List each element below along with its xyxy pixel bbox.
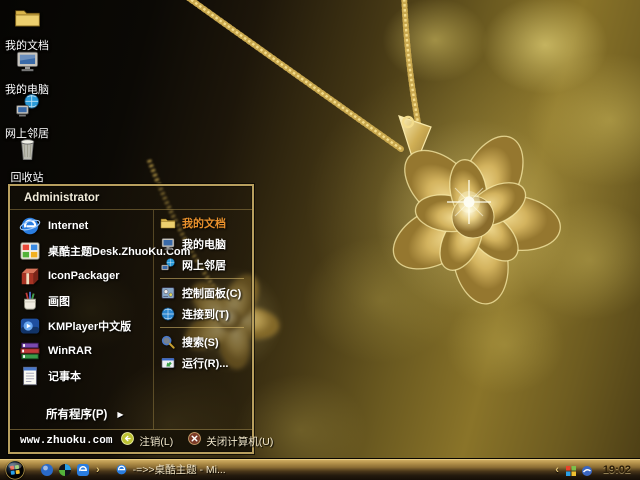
taskbar-clock[interactable]: 19:02 (597, 464, 635, 476)
start-menu-item-notepad[interactable]: 记事本 (10, 363, 153, 388)
log-off-icon (120, 431, 135, 451)
start-menu-item-search[interactable]: 搜索(S) (154, 331, 252, 352)
taskbar: › -=>>桌酷主题 - Mi... ‹ 19:02 (0, 458, 640, 480)
start-menu-item-my-documents[interactable]: 我的文档 (154, 212, 252, 233)
system-tray: ‹ 19:02 (553, 464, 635, 476)
desktop-icon-my-computer[interactable]: 我的电脑 (0, 48, 54, 92)
task-button-label: -=>>桌酷主题 - Mi... (133, 462, 226, 477)
start-menu-item-zhuoku-theme[interactable]: 桌酷主题Desk.ZhuoKu.Com (10, 238, 153, 263)
tray-input-method-icon[interactable] (565, 464, 577, 476)
network-places-icon (160, 257, 176, 273)
start-menu-item-winrar[interactable]: WinRAR (10, 338, 153, 363)
quick-launch-bar: › (40, 463, 102, 477)
iconpackager-icon (19, 265, 41, 287)
control-panel-icon (160, 285, 176, 301)
desktop-icon-my-documents[interactable]: 我的文档 (0, 4, 54, 48)
log-off-button[interactable]: 注销(L) (120, 431, 173, 451)
internet-explorer-icon (115, 463, 128, 476)
start-menu-pinned-list: Internet 桌酷主题Desk.ZhuoKu.Com IconPackage… (10, 210, 153, 429)
my-documents-icon (160, 215, 176, 231)
start-button[interactable] (5, 460, 25, 480)
paint-icon (19, 290, 41, 312)
start-menu-item-control-panel[interactable]: 控制面板(C) (154, 282, 252, 303)
quick-launch-messenger-icon[interactable] (40, 463, 54, 477)
start-menu-item-connect-to[interactable]: 连接到(T) (154, 303, 252, 324)
tray-collapse-icon[interactable]: ‹ (553, 464, 561, 476)
windows-orb-icon (5, 460, 25, 480)
start-menu-footer: www.zhuoku.com 注销(L) 关闭计算机(U) (10, 429, 252, 452)
zhuoku-site-label: www.zhuoku.com (20, 435, 112, 447)
start-menu-item-internet[interactable]: Internet (10, 213, 153, 238)
quick-launch-internet-icon[interactable] (76, 463, 90, 477)
start-menu-item-network-places[interactable]: 网上邻居 (154, 254, 252, 275)
tray-network-icon[interactable] (581, 464, 593, 476)
kmplayer-icon (19, 315, 41, 337)
start-menu-item-iconpackager[interactable]: IconPackager (10, 263, 153, 288)
start-menu-places-list: 我的文档 我的电脑 网上邻居 控制面板(C) 连接到(T) 搜 (153, 210, 252, 429)
desktop-icon-network-places[interactable]: 网上邻居 (0, 92, 54, 136)
desktop-icon-recycle-bin[interactable]: 回收站 (0, 136, 54, 180)
internet-explorer-icon (19, 215, 41, 237)
start-menu-item-my-computer[interactable]: 我的电脑 (154, 233, 252, 254)
winrar-icon (19, 340, 41, 362)
my-computer-icon (14, 48, 41, 80)
my-documents-icon (14, 4, 41, 36)
my-computer-icon (160, 236, 176, 252)
start-menu-item-kmplayer[interactable]: KMPlayer中文版 (10, 313, 153, 338)
quick-launch-media-player-icon[interactable] (58, 463, 72, 477)
separator (160, 327, 244, 328)
shut-down-button[interactable]: 关闭计算机(U) (187, 431, 273, 451)
search-icon (160, 334, 176, 350)
run-icon (160, 355, 176, 371)
notepad-icon (19, 365, 41, 387)
separator (160, 278, 244, 279)
all-programs-arrow-icon: ▶ (117, 410, 123, 419)
start-menu-item-run[interactable]: 运行(R)... (154, 352, 252, 373)
start-menu-user-name: Administrator (10, 186, 252, 210)
start-menu-item-paint[interactable]: 画图 (10, 288, 153, 313)
network-places-icon (14, 92, 41, 124)
connect-to-icon (160, 306, 176, 322)
start-menu-all-programs[interactable]: 所有程序(P) ▶ (10, 403, 153, 425)
desktop-icon-column: 我的文档 我的电脑 网上邻居 回收站 (0, 4, 54, 180)
shut-down-icon (187, 431, 202, 451)
quick-launch-expand-icon[interactable]: › (94, 464, 102, 476)
recycle-bin-icon (14, 136, 41, 168)
desktop-icon-label: 回收站 (11, 169, 44, 185)
zhuoku-theme-icon (19, 240, 41, 262)
start-menu: Administrator Internet 桌酷主题Desk.ZhuoKu.C… (8, 184, 254, 454)
taskbar-task-button[interactable]: -=>>桌酷主题 - Mi... (115, 462, 226, 477)
